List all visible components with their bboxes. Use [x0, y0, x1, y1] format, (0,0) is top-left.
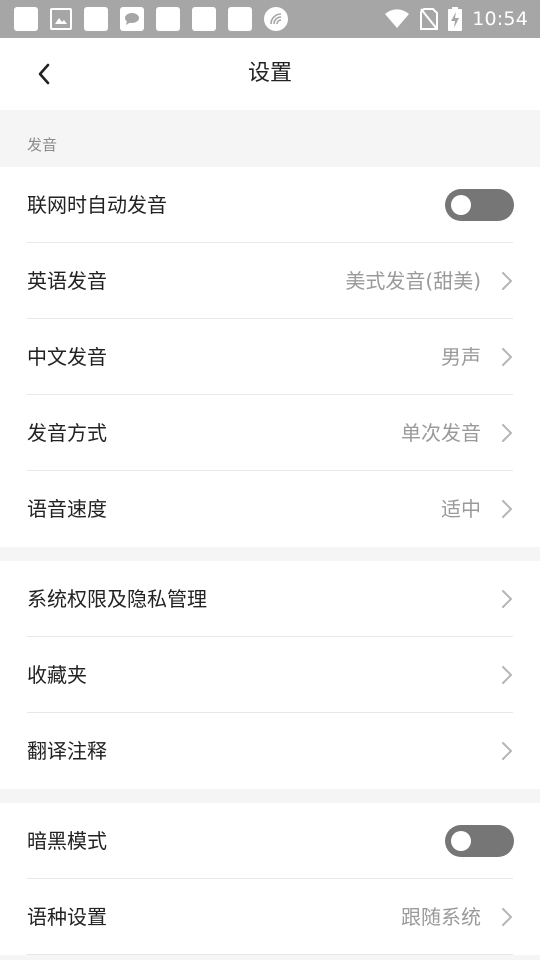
settings-row-auto-pronounce[interactable]: 联网时自动发音 — [0, 167, 540, 243]
row-value: 单次发音 — [401, 421, 481, 445]
settings-row-language[interactable]: 语种设置 跟随系统 — [0, 879, 540, 955]
back-button[interactable] — [26, 56, 62, 92]
photo-icon — [50, 8, 72, 30]
pronunciation-group: 联网时自动发音 英语发音 美式发音(甜美) 中文发音 男声 发音方式 单次发音 … — [0, 167, 540, 547]
settings-row-translation-notes[interactable]: 翻译注释 — [0, 713, 540, 789]
notification-icon — [228, 7, 252, 31]
chevron-right-icon — [502, 424, 512, 442]
toggle-knob — [451, 195, 471, 215]
auto-pronounce-toggle[interactable] — [445, 189, 514, 221]
row-value: 美式发音(甜美) — [345, 269, 481, 293]
row-label: 发音方式 — [27, 421, 107, 445]
chevron-left-icon — [38, 63, 50, 85]
section-label-pronunciation: 发音 — [27, 136, 58, 154]
row-label: 暗黑模式 — [27, 829, 107, 853]
settings-row-privacy[interactable]: 系统权限及隐私管理 — [0, 561, 540, 637]
chevron-right-icon — [502, 742, 512, 760]
row-label: 联网时自动发音 — [27, 193, 167, 217]
chat-icon — [120, 7, 144, 31]
settings-row-favorites[interactable]: 收藏夹 — [0, 637, 540, 713]
settings-row-dark-mode[interactable]: 暗黑模式 — [0, 803, 540, 879]
row-label: 英语发音 — [27, 269, 107, 293]
signal-scan-icon — [264, 7, 288, 31]
app-header: 设置 — [0, 38, 540, 110]
settings-row-speech-speed[interactable]: 语音速度 适中 — [0, 471, 540, 547]
settings-row-english-voice[interactable]: 英语发音 美式发音(甜美) — [0, 243, 540, 319]
row-value: 适中 — [441, 497, 481, 521]
row-label: 语种设置 — [27, 905, 107, 929]
no-sim-icon — [420, 8, 439, 30]
display-group: 暗黑模式 语种设置 跟随系统 — [0, 803, 540, 955]
row-value: 跟随系统 — [401, 905, 481, 929]
row-label: 系统权限及隐私管理 — [27, 587, 207, 611]
notification-icon — [156, 7, 180, 31]
chevron-right-icon — [502, 908, 512, 926]
chevron-right-icon — [502, 590, 512, 608]
settings-row-chinese-voice[interactable]: 中文发音 男声 — [0, 319, 540, 395]
settings-screen: 10:54 设置 发音 联网时自动发音 英语发音 美式发音(甜美) 中文发音 男… — [0, 0, 540, 960]
row-label: 收藏夹 — [27, 663, 87, 687]
settings-row-pronounce-mode[interactable]: 发音方式 单次发音 — [0, 395, 540, 471]
chevron-right-icon — [502, 666, 512, 684]
notification-icon — [192, 7, 216, 31]
status-time: 10:54 — [472, 8, 528, 30]
notification-icons — [14, 7, 300, 31]
status-bar: 10:54 — [0, 0, 540, 38]
general-group: 系统权限及隐私管理 收藏夹 翻译注释 — [0, 561, 540, 789]
row-value: 男声 — [441, 345, 481, 369]
divider — [27, 954, 513, 955]
notification-icon — [14, 7, 38, 31]
page-title: 设置 — [247, 61, 292, 86]
chevron-right-icon — [502, 500, 512, 518]
toggle-knob — [451, 831, 471, 851]
row-label: 翻译注释 — [27, 739, 107, 763]
battery-charging-icon — [448, 7, 463, 31]
row-label: 中文发音 — [27, 345, 107, 369]
notification-icon — [84, 7, 108, 31]
chevron-right-icon — [502, 272, 512, 290]
wifi-icon — [384, 9, 410, 29]
system-icons: 10:54 — [374, 6, 528, 32]
row-label: 语音速度 — [27, 497, 107, 521]
dark-mode-toggle[interactable] — [445, 825, 514, 857]
chevron-right-icon — [502, 348, 512, 366]
